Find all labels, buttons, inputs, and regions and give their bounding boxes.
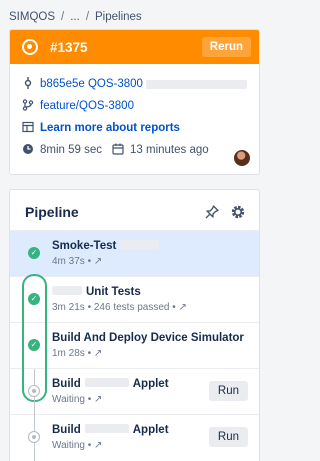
- rerun-button[interactable]: Rerun: [201, 37, 251, 57]
- pin-icon[interactable]: [203, 203, 221, 221]
- step-row[interactable]: ✓ Build And Deploy Device Simulator 1m 2…: [10, 322, 259, 368]
- external-link-icon[interactable]: ↗: [94, 394, 102, 405]
- calendar-icon: [112, 143, 124, 158]
- learn-more-link[interactable]: Learn more about reports: [40, 122, 180, 134]
- step-row[interactable]: Build Applet Waiting • ↗ Run: [10, 368, 259, 415]
- success-icon: ✓: [28, 293, 40, 305]
- timing-row: 8min 59 sec 13 minutes ago: [22, 139, 247, 161]
- pending-icon: [28, 431, 40, 443]
- external-link-icon[interactable]: ↗: [94, 440, 102, 451]
- branch-row: feature/QOS-3800: [22, 95, 247, 117]
- report-icon: [22, 121, 34, 136]
- step-row[interactable]: Build Applet Waiting • ↗ Run: [10, 414, 259, 461]
- commit-row: b865e5e QOS-3800: [22, 73, 247, 95]
- run-button[interactable]: Run: [208, 427, 248, 447]
- reports-row: Learn more about reports: [22, 117, 247, 139]
- redacted-text: [145, 79, 247, 89]
- success-icon: ✓: [28, 339, 40, 351]
- build-number: #1375: [50, 39, 88, 55]
- step-name: Build Applet: [52, 424, 169, 436]
- commit-icon: [22, 76, 34, 92]
- branch-icon: [22, 98, 34, 114]
- redacted-text: [84, 378, 129, 387]
- step-meta: Waiting • ↗: [52, 440, 103, 451]
- step-row[interactable]: ✓ Unit Tests 3m 21s • 246 tests passed •…: [10, 276, 259, 322]
- breadcrumb-separator: /: [61, 11, 65, 23]
- step-name: Build And Deploy Device Simulator: [52, 332, 244, 344]
- step-meta: Waiting • ↗: [52, 394, 103, 405]
- external-link-icon[interactable]: ↗: [94, 348, 102, 359]
- in-progress-icon: [22, 39, 38, 55]
- build-duration: 8min 59 sec: [40, 144, 103, 156]
- pending-icon: [28, 385, 40, 397]
- success-icon: ✓: [28, 247, 40, 259]
- step-name: Smoke-Test: [52, 240, 160, 252]
- step-meta: 1m 28s • ↗: [52, 348, 103, 359]
- build-status-card: #1375 Rerun b865e5e QOS-3800 feature/QOS…: [9, 29, 260, 175]
- build-status-header: #1375 Rerun: [10, 30, 259, 64]
- breadcrumb-separator: /: [85, 11, 90, 23]
- step-name: Unit Tests: [52, 286, 141, 298]
- breadcrumb-workspace[interactable]: SIMQOS: [9, 11, 55, 23]
- step-meta: 4m 37s • ↗: [52, 256, 103, 267]
- step-meta: 3m 21s • 246 tests passed • ↗: [52, 302, 187, 313]
- breadcrumb-ellipsis[interactable]: ...: [70, 11, 80, 23]
- step-row[interactable]: ✓ Smoke-Test 4m 37s • ↗: [10, 230, 259, 276]
- breadcrumb-pipelines[interactable]: Pipelines: [95, 11, 142, 23]
- run-button[interactable]: Run: [208, 381, 248, 401]
- breadcrumb: SIMQOS / ... / Pipelines: [9, 9, 142, 25]
- avatar[interactable]: [234, 150, 250, 166]
- redacted-text: [84, 424, 129, 433]
- gear-icon[interactable]: [229, 203, 247, 221]
- branch-link[interactable]: feature/QOS-3800: [40, 100, 134, 112]
- pipeline-steps: ✓ Smoke-Test 4m 37s • ↗ ✓ Unit Tests 3m …: [10, 230, 259, 461]
- external-link-icon[interactable]: ↗: [94, 256, 102, 267]
- commit-link[interactable]: b865e5e QOS-3800: [40, 78, 143, 90]
- external-link-icon[interactable]: ↗: [179, 302, 187, 313]
- redacted-text: [119, 240, 160, 249]
- build-time-ago: 13 minutes ago: [130, 144, 209, 156]
- redacted-text: [52, 286, 82, 295]
- pipeline-title: Pipeline: [25, 204, 79, 220]
- pipeline-card: Pipeline ✓ Smoke-Test 4m 37s • ↗ ✓ Unit …: [9, 189, 260, 461]
- clock-icon: [22, 143, 34, 158]
- step-name: Build Applet: [52, 378, 169, 390]
